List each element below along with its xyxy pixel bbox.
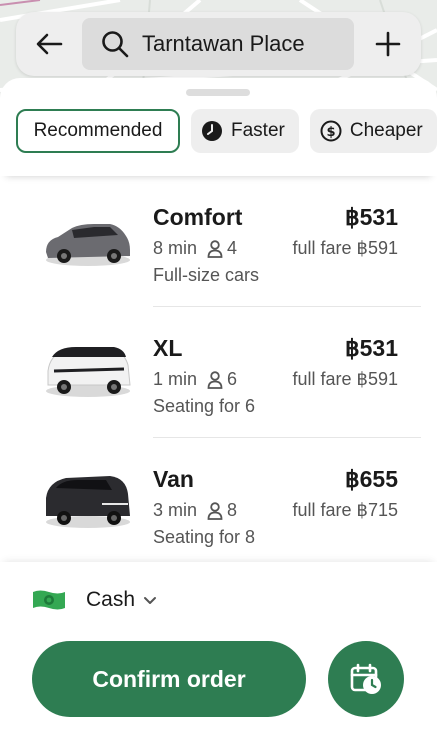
ride-price: ฿531 bbox=[344, 204, 398, 230]
person-icon bbox=[207, 501, 223, 520]
payment-method-selector[interactable]: Cash bbox=[32, 588, 157, 612]
ride-meta: 1 min 6 bbox=[153, 369, 237, 390]
back-button[interactable] bbox=[16, 12, 82, 76]
ride-option-comfort[interactable]: Comfort ฿531 8 min 4 full fare ฿591 Full… bbox=[0, 176, 437, 307]
ride-option-van[interactable]: Van ฿655 3 min 8 full fare ฿715 Seating … bbox=[0, 438, 437, 569]
svg-text:$: $ bbox=[326, 125, 335, 140]
payment-method-label: Cash bbox=[86, 588, 136, 611]
dollar-coin-icon: $ bbox=[320, 120, 342, 142]
search-icon bbox=[102, 31, 129, 58]
destination-search-field[interactable]: Tarntawan Place bbox=[82, 18, 354, 70]
ride-eta: 1 min bbox=[153, 369, 198, 389]
ride-price: ฿655 bbox=[344, 466, 398, 492]
ride-description: Seating for 8 bbox=[153, 527, 256, 547]
filter-recommended[interactable]: Recommended bbox=[16, 109, 180, 153]
top-search-bar: Tarntawan Place bbox=[16, 12, 421, 76]
destination-text: Tarntawan Place bbox=[142, 31, 305, 56]
passenger-count: 6 bbox=[207, 369, 237, 390]
filter-cheaper[interactable]: $ Cheaper bbox=[309, 109, 437, 153]
filter-label: Recommended bbox=[33, 120, 163, 141]
ride-eta: 3 min bbox=[153, 500, 198, 520]
ride-meta: 3 min 8 bbox=[153, 500, 237, 521]
ride-eta: 8 min bbox=[153, 238, 198, 258]
full-fare: full fare ฿591 bbox=[292, 369, 398, 389]
passenger-count: 8 bbox=[207, 500, 237, 521]
ride-description: Seating for 6 bbox=[153, 396, 256, 416]
full-fare: full fare ฿591 bbox=[292, 238, 398, 258]
schedule-ride-button[interactable] bbox=[328, 641, 404, 717]
filter-label: Faster bbox=[231, 120, 285, 141]
cash-icon bbox=[33, 590, 65, 610]
passenger-count: 4 bbox=[207, 238, 237, 259]
order-footer: Cash Confirm order bbox=[0, 562, 437, 750]
ride-price: ฿531 bbox=[344, 335, 398, 361]
plus-icon bbox=[375, 31, 400, 57]
ride-name: Comfort bbox=[153, 204, 243, 230]
confirm-order-label: Confirm order bbox=[92, 665, 246, 692]
sedan-car-icon bbox=[46, 224, 130, 266]
person-icon bbox=[207, 239, 223, 258]
full-fare: full fare ฿715 bbox=[292, 500, 398, 520]
ride-description: Full-size cars bbox=[153, 265, 260, 285]
minivan-car-icon bbox=[46, 347, 131, 397]
filter-faster[interactable]: Faster bbox=[191, 109, 299, 153]
filter-label: Cheaper bbox=[349, 120, 423, 141]
chevron-down-icon bbox=[144, 597, 157, 604]
calendar-clock-icon bbox=[350, 663, 381, 694]
ride-name: XL bbox=[153, 335, 183, 361]
confirm-order-button[interactable]: Confirm order bbox=[32, 641, 306, 717]
drag-handle[interactable] bbox=[186, 89, 250, 96]
ride-meta: 8 min 4 bbox=[153, 238, 237, 259]
clock-icon bbox=[202, 121, 222, 141]
seat-count: 8 bbox=[227, 500, 238, 520]
arrow-left-icon bbox=[36, 33, 63, 55]
van-car-icon bbox=[46, 476, 130, 528]
ride-name: Van bbox=[153, 466, 194, 492]
seat-count: 4 bbox=[227, 238, 238, 258]
filter-chips: Recommended Faster $ Cheaper bbox=[16, 109, 437, 153]
person-icon bbox=[207, 370, 223, 389]
ride-list: Comfort ฿531 8 min 4 full fare ฿591 Full… bbox=[0, 176, 437, 569]
add-stop-button[interactable] bbox=[354, 12, 421, 76]
ride-options-sheet: Recommended Faster $ Cheaper bbox=[0, 78, 437, 176]
ride-option-xl[interactable]: XL ฿531 1 min 6 full fare ฿591 Seating f… bbox=[0, 307, 437, 438]
seat-count: 6 bbox=[227, 369, 238, 389]
